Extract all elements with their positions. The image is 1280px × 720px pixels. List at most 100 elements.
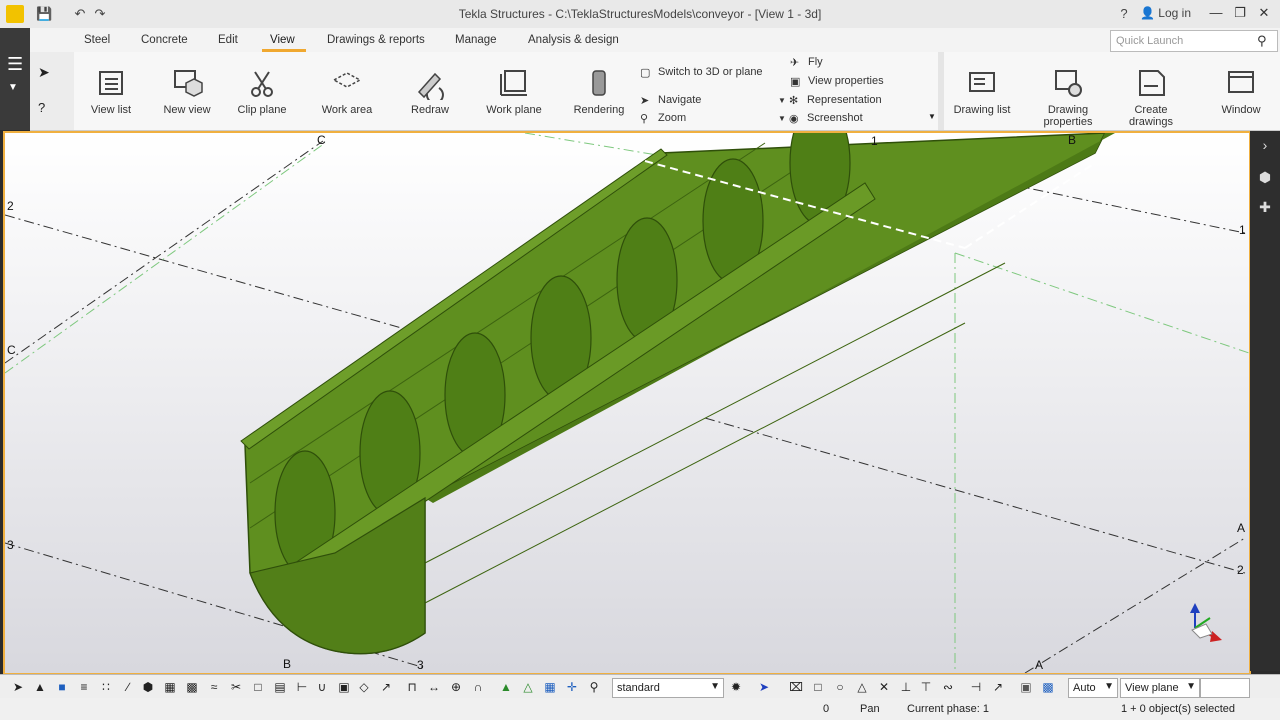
select-cube-icon[interactable]: ⬢ [140,679,156,695]
snap-free-icon[interactable]: △ [520,679,536,695]
tab-edit[interactable]: Edit [218,34,238,46]
snap-geometry-icon[interactable]: ▲ [498,679,514,695]
drawing-list-button[interactable]: Drawing list [950,66,1014,116]
select-component-icon[interactable]: ▣ [336,679,352,695]
snap-grid-icon[interactable]: ▦ [542,679,558,695]
select-grid-lines-icon[interactable]: ▩ [184,679,200,695]
snap-midpoint-icon[interactable]: ⊕ [448,679,464,695]
chevron-down-icon[interactable]: ▼ [8,82,18,93]
tab-concrete[interactable]: Concrete [141,34,188,46]
zoom-label: Zoom [658,112,687,124]
snap-line-icon[interactable]: ↔ [426,679,442,695]
drawing-properties-button[interactable]: Drawing properties [1036,66,1100,128]
snap-reference-icon[interactable]: ⊓ [404,679,420,695]
screenshot-button[interactable]: ▼ ◉ Screenshot [778,112,863,125]
grid-label: B [1068,133,1077,147]
pick-icon[interactable]: ➤ [756,679,772,695]
tab-view[interactable]: View [270,34,295,46]
fly-button[interactable]: ✈ Fly [790,56,823,69]
select-filter-icon[interactable]: ≡ [76,679,92,695]
snap-perpendicular-icon[interactable]: ⊥ [898,679,914,695]
select-object-icon[interactable]: ■ [54,679,70,695]
clip-plane-button[interactable]: Clip plane [234,66,290,116]
rendering-button[interactable]: Rendering [570,66,628,116]
snap-circle-icon[interactable]: ○ [832,679,848,695]
snap-extension-icon[interactable]: ⊤ [918,679,934,695]
login-link[interactable]: 👤 Log in [1140,6,1191,20]
close-button[interactable]: ✕ [1254,5,1274,21]
select-points-icon[interactable]: ∷ [98,679,114,695]
query-icon[interactable]: ? [38,100,45,115]
status-phase[interactable]: Current phase: 1 [907,703,989,715]
select-part-icon[interactable]: ▲ [32,679,48,695]
snap-square-icon[interactable]: □ [810,679,826,695]
select-line-icon[interactable]: ∕ [120,679,136,695]
tab-analysis-design[interactable]: Analysis & design [528,34,619,46]
create-drawings-button[interactable]: Create drawings [1120,66,1182,128]
snap-triangle-icon[interactable]: △ [854,679,870,695]
work-plane-button[interactable]: Work plane [482,66,546,116]
snap-cross-icon[interactable]: ✕ [876,679,892,695]
snap-direction-icon[interactable]: ↗ [990,679,1006,695]
help-icon[interactable]: ? [1116,6,1132,22]
rendering-icon [592,70,606,96]
tab-steel[interactable]: Steel [84,34,110,46]
selection-filter-select[interactable]: standard ▼ [612,678,724,698]
select-arrow-icon[interactable]: ➤ [38,64,50,81]
create-drawings-icon [1139,70,1165,96]
grid-label: C [317,133,326,147]
new-view-button[interactable]: New view [160,66,214,116]
snap-plane-icon[interactable]: ▣ [1018,679,1034,695]
zoom-button[interactable]: ⚲ Zoom [640,112,687,125]
snap-3d-icon[interactable]: ▩ [1040,679,1056,695]
grid-label: C [7,343,16,357]
select-weld-icon[interactable]: ≈ [206,679,222,695]
view-properties-label: View properties [808,75,884,87]
restore-button[interactable]: ❐ [1230,5,1250,21]
snap-nearest-icon[interactable]: ⊣ [968,679,984,695]
select-layers-icon[interactable]: ◇ [356,679,372,695]
window-button[interactable]: Window [1210,66,1272,116]
tab-manage[interactable]: Manage [455,34,497,46]
components-icon[interactable]: ✚ [1255,197,1275,217]
select-assembly-icon[interactable]: ∪ [314,679,330,695]
ribbon-expand-icon[interactable]: ▼ [928,112,936,121]
snap-tangent-icon[interactable]: ∾ [940,679,956,695]
model-viewport-3d[interactable]: C B 1 2 C 3 B 3 A A 1 2 [3,131,1251,675]
select-grid-icon[interactable]: ▦ [162,679,178,695]
cube-icon[interactable]: ⬢ [1255,167,1275,187]
view-list-button[interactable]: View list [86,66,136,116]
ribbon-separator [938,52,944,130]
select-bolt-icon[interactable]: ⊢ [294,679,310,695]
snap-zoom-icon[interactable]: ⚲ [586,679,602,695]
select-transform-icon[interactable]: ↗ [378,679,394,695]
grid-label: A [1035,658,1044,672]
filter-settings-icon[interactable]: ✹ [728,679,744,695]
navigate-label: Navigate [658,94,702,106]
plane-value: View plane [1125,682,1179,694]
work-area-button[interactable]: Work area [316,66,378,116]
navigate-button[interactable]: ➤ Navigate [640,94,702,107]
menu-icon[interactable]: ☰ [7,54,23,75]
select-plate-icon[interactable]: ▤ [272,679,288,695]
select-arrow-icon[interactable]: ➤ [10,679,26,695]
scissors-icon[interactable]: ✂ [228,679,244,695]
snap-depth-select[interactable]: Auto ▼ [1068,678,1118,698]
representation-button[interactable]: ▼ ✻ Representation [778,94,882,107]
left-quick-panel: ☰ ▼ [0,28,30,130]
redraw-button[interactable]: Redraw [402,66,458,116]
minimize-button[interactable]: — [1206,5,1226,20]
plane-select[interactable]: View plane ▼ [1120,678,1200,698]
quick-launch-input[interactable]: Quick Launch ⚲ [1110,30,1278,52]
coordinate-input[interactable] [1200,678,1250,698]
select-frame-icon[interactable]: □ [250,679,266,695]
chevron-right-icon[interactable]: › [1255,135,1275,155]
switch-3d-plane-button[interactable]: ▢ Switch to 3D or plane [640,66,763,79]
drawing-properties-icon [1055,70,1082,97]
snap-intersection-icon[interactable]: ✛ [564,679,580,695]
login-label: Log in [1158,6,1191,20]
snap-box-icon[interactable]: ⌧ [788,679,804,695]
view-properties-button[interactable]: ▣ View properties [790,75,884,88]
snap-arc-icon[interactable]: ∩ [470,679,486,695]
tab-drawings-reports[interactable]: Drawings & reports [327,34,425,46]
